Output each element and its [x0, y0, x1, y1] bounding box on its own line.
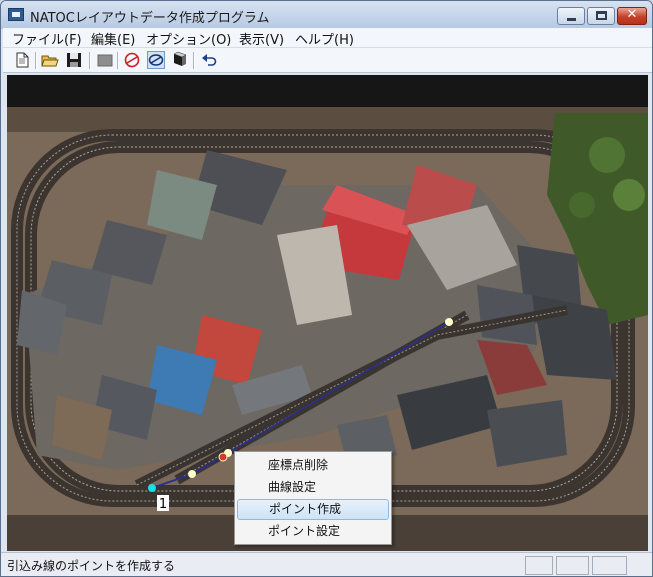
menu-curve-settings[interactable]: 曲線設定 — [237, 477, 389, 498]
close-icon: ✕ — [626, 7, 638, 22]
menu-options[interactable]: オプション(O) — [146, 29, 231, 48]
status-pane — [592, 556, 627, 575]
route-point-start[interactable] — [148, 484, 156, 492]
no-entry-icon — [124, 52, 140, 68]
status-pane — [525, 556, 553, 575]
toolbar — [3, 47, 652, 73]
route-point[interactable] — [188, 470, 196, 478]
window-title: NATOCレイアウトデータ作成プログラム — [30, 11, 270, 26]
menu-help[interactable]: ヘルプ(H) — [295, 29, 354, 48]
application-window: NATOCレイアウトデータ作成プログラム ✕ ファイル(F) 編集(E) オプシ… — [0, 0, 653, 577]
maximize-icon — [596, 11, 607, 20]
menu-bar: ファイル(F) 編集(E) オプション(O) 表示(V) ヘルプ(H) — [3, 28, 652, 48]
title-bar[interactable]: NATOCレイアウトデータ作成プログラム ✕ — [1, 1, 652, 29]
delete-point-button[interactable] — [123, 51, 141, 69]
minimize-button[interactable] — [557, 7, 585, 25]
close-button[interactable]: ✕ — [617, 7, 647, 25]
minimize-icon — [567, 18, 576, 21]
maximize-button[interactable] — [587, 7, 615, 25]
point-label: 1 — [159, 497, 167, 512]
status-bar: 引込み線のポイントを作成する — [1, 552, 652, 576]
app-icon — [8, 8, 24, 21]
context-menu: 座標点削除 曲線設定 ポイント作成 ポイント設定 — [234, 451, 392, 545]
undo-button[interactable] — [200, 51, 218, 69]
menu-point-settings[interactable]: ポイント設定 — [237, 521, 389, 542]
menu-file[interactable]: ファイル(F) — [12, 29, 82, 48]
new-document-button[interactable] — [13, 51, 31, 69]
undo-icon — [202, 54, 217, 66]
open-folder-icon — [41, 55, 59, 67]
route-point-selected[interactable] — [218, 452, 228, 462]
menu-delete-point[interactable]: 座標点削除 — [237, 455, 389, 476]
status-pane — [556, 556, 589, 575]
save-icon — [67, 53, 81, 67]
wagon-button[interactable] — [171, 51, 189, 69]
menu-create-point[interactable]: ポイント作成 — [237, 499, 389, 520]
ellipse-select-icon — [147, 51, 165, 69]
ellipse-select-button[interactable] — [147, 51, 165, 69]
menu-view[interactable]: 表示(V) — [239, 29, 284, 48]
route-point[interactable] — [445, 318, 453, 326]
stop-button[interactable] — [96, 51, 114, 69]
save-button[interactable] — [65, 51, 83, 69]
wagon-icon — [173, 51, 187, 66]
open-button[interactable] — [41, 51, 59, 69]
stop-icon — [97, 54, 113, 67]
menu-edit[interactable]: 編集(E) — [91, 29, 135, 48]
status-text: 引込み線のポイントを作成する — [7, 559, 176, 573]
new-document-icon — [16, 52, 29, 68]
